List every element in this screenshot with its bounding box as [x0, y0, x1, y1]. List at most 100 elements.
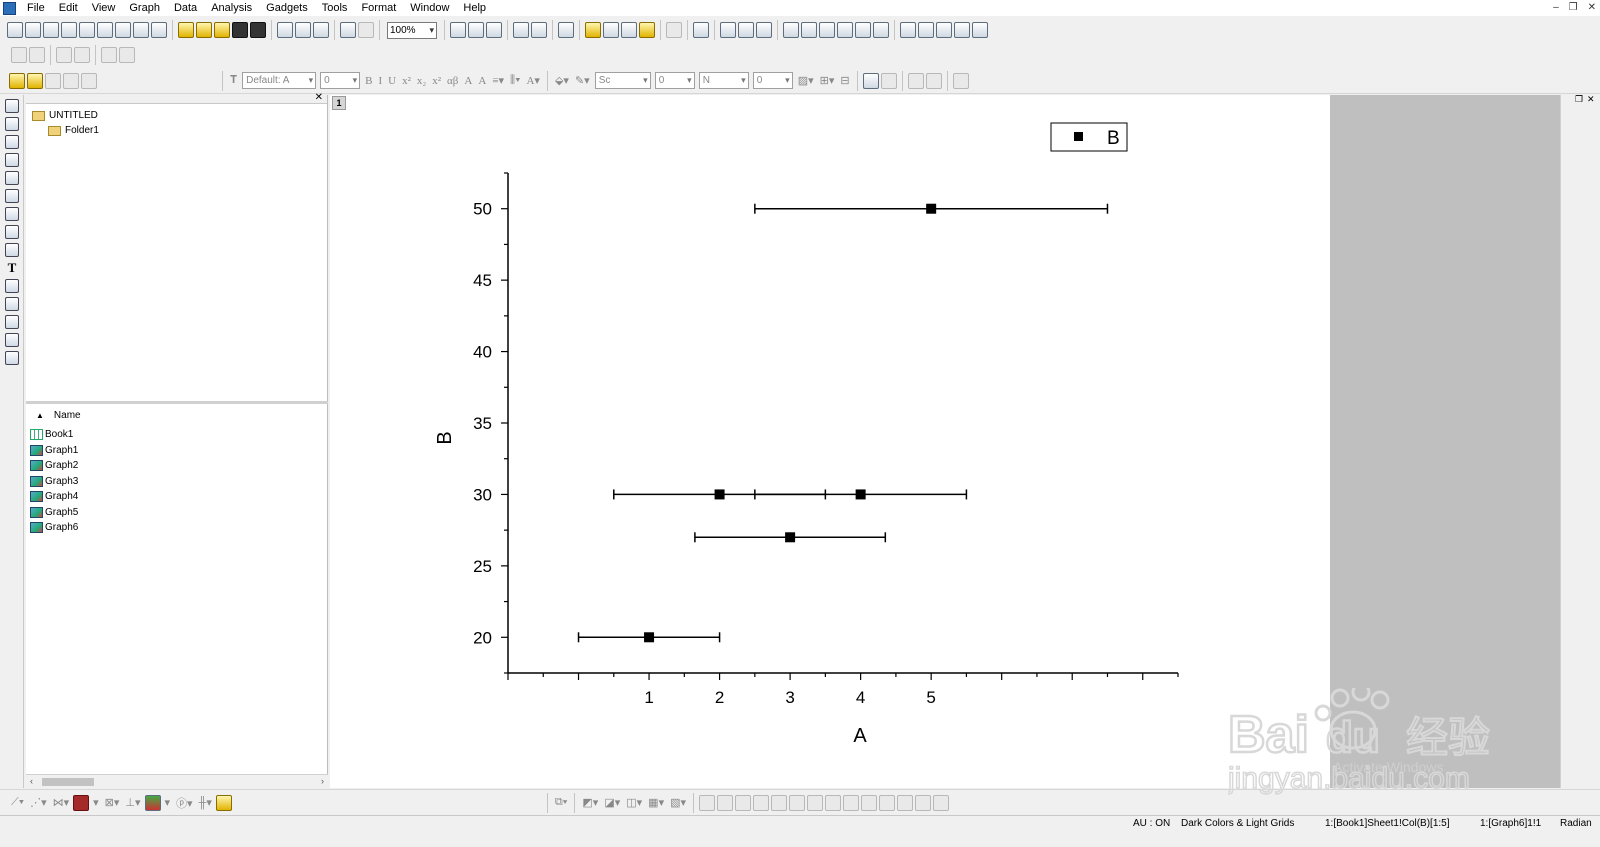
scroll-left-icon[interactable]: ‹: [30, 776, 33, 786]
decrease-font-button[interactable]: A: [478, 75, 486, 87]
panel-close-icon[interactable]: ✕: [1587, 94, 1595, 105]
list-item[interactable]: Graph4: [30, 489, 78, 505]
move-begin-icon[interactable]: [119, 47, 135, 63]
move-end-icon[interactable]: [74, 47, 90, 63]
lock-icon[interactable]: [952, 72, 969, 89]
line-symbol-plot-icon[interactable]: ⋈▾: [53, 796, 70, 809]
enlarge-icon[interactable]: [897, 794, 914, 811]
list-item[interactable]: Graph6: [30, 520, 78, 536]
tool-hide-icon[interactable]: [81, 72, 97, 89]
scroll-thumb[interactable]: [42, 778, 94, 786]
area-plot-icon[interactable]: [144, 794, 161, 811]
superscript-button[interactable]: x²: [402, 75, 411, 87]
menu-window[interactable]: Window: [403, 0, 456, 16]
region-mask-icon[interactable]: [5, 225, 19, 239]
axis-bottom-icon[interactable]: [783, 22, 799, 38]
refresh-icon[interactable]: [468, 22, 484, 38]
vertical-scrollbar[interactable]: [1560, 95, 1570, 788]
line-color-icon[interactable]: ✎▾: [575, 74, 590, 87]
underline-button[interactable]: U: [388, 75, 396, 87]
layer-2-icon[interactable]: [738, 22, 754, 38]
align-icon[interactable]: ≡▾: [492, 74, 504, 87]
menu-file[interactable]: File: [20, 0, 52, 16]
new-matrix-icon[interactable]: [79, 22, 95, 38]
menu-edit[interactable]: Edit: [52, 0, 85, 16]
align-right-icon[interactable]: [717, 794, 734, 811]
open-template-icon[interactable]: [196, 22, 212, 38]
import-icon[interactable]: [277, 22, 293, 38]
line-plot-icon[interactable]: ⟋▾: [11, 796, 24, 809]
line-tool-icon[interactable]: [5, 297, 19, 311]
message-log-icon[interactable]: [621, 22, 637, 38]
tool-pointer-icon[interactable]: [9, 72, 25, 89]
script-window-icon[interactable]: [585, 22, 601, 38]
layer-4-icon[interactable]: [756, 22, 772, 38]
menu-tools[interactable]: Tools: [315, 0, 355, 16]
bold-button[interactable]: B: [365, 75, 372, 87]
grid-layout-icon[interactable]: ▦▾: [648, 796, 664, 809]
menu-data[interactable]: Data: [167, 0, 204, 16]
color-scale-icon[interactable]: [918, 22, 934, 38]
column-plot-icon[interactable]: [73, 794, 90, 811]
fill-color-icon[interactable]: ⬙▾: [555, 74, 569, 87]
sort-desc-icon[interactable]: [29, 47, 45, 63]
project-explorer-icon[interactable]: [558, 22, 574, 38]
font-color-icon[interactable]: A▾: [526, 74, 539, 87]
panel-restore-icon[interactable]: ❐: [1575, 94, 1583, 105]
multi-curve-icon[interactable]: ⊠▾: [105, 796, 120, 809]
subscript-button[interactable]: x₂: [417, 75, 426, 87]
recalculate-icon[interactable]: [340, 22, 356, 38]
menu-gadgets[interactable]: Gadgets: [259, 0, 315, 16]
axis-box-icon[interactable]: [819, 22, 835, 38]
results-log-icon[interactable]: [531, 22, 547, 38]
pointer-tool-icon[interactable]: [5, 99, 19, 113]
line-width-select[interactable]: 0: [654, 72, 695, 89]
polar-plot-icon[interactable]: ⓟ▾: [176, 795, 193, 811]
polygon-tool-icon[interactable]: [5, 315, 19, 329]
axis-top-icon[interactable]: [801, 22, 817, 38]
save-template-icon[interactable]: [250, 22, 266, 38]
duplicate-icon[interactable]: [358, 22, 374, 38]
forward-icon[interactable]: ◫▾: [626, 796, 642, 809]
print-icon[interactable]: [450, 22, 466, 38]
add-column-icon[interactable]: [666, 22, 682, 38]
front-icon[interactable]: ◩▾: [582, 796, 598, 809]
align-left-icon[interactable]: [699, 794, 716, 811]
tool-swap-icon[interactable]: [63, 72, 79, 89]
axis-left-icon[interactable]: [837, 22, 853, 38]
object-group-icon[interactable]: ⧉▾: [555, 796, 567, 809]
tool-unmask-icon[interactable]: [45, 72, 61, 89]
menu-format[interactable]: Format: [354, 0, 403, 16]
copy-page-icon[interactable]: [486, 22, 502, 38]
table-format-icon[interactable]: ⊟: [840, 74, 849, 87]
minimize-icon[interactable]: –: [1553, 0, 1559, 16]
back-icon[interactable]: ◪▾: [604, 796, 620, 809]
pattern-icon[interactable]: ▨▾: [798, 74, 814, 87]
list-item[interactable]: Graph5: [30, 505, 78, 521]
shrink-icon[interactable]: [879, 794, 896, 811]
save-icon[interactable]: [232, 22, 248, 38]
list-item[interactable]: Graph1: [30, 443, 78, 459]
new-layout-icon[interactable]: [115, 22, 131, 38]
italic-button[interactable]: I: [378, 75, 382, 87]
chart[interactable]: 1 2 3 4 520253035404550ABB: [330, 95, 1330, 788]
stock-plot-icon[interactable]: ╫▾: [199, 796, 212, 809]
line-style-select[interactable]: Sc: [594, 72, 651, 89]
screen-reader-icon[interactable]: [5, 153, 19, 167]
insert-graph-icon[interactable]: [5, 351, 19, 365]
zoom-in-tool-icon[interactable]: [5, 117, 19, 131]
open-icon[interactable]: [178, 22, 194, 38]
list-item[interactable]: Book1: [30, 427, 78, 443]
menu-graph[interactable]: Graph: [122, 0, 167, 16]
fill-pattern-select[interactable]: N: [698, 72, 749, 89]
scatter-plot-icon[interactable]: ⋰▾: [30, 796, 47, 809]
merge-icon[interactable]: [862, 72, 879, 89]
hand-tool-icon[interactable]: [5, 333, 19, 347]
zoom-select[interactable]: 100%: [387, 21, 437, 39]
restore-icon[interactable]: ❐: [1569, 0, 1578, 16]
unmerge-icon[interactable]: [880, 72, 897, 89]
image-icon[interactable]: ▧▾: [670, 796, 686, 809]
arrow-tool-icon[interactable]: [5, 279, 19, 293]
template-library-icon[interactable]: [215, 794, 232, 811]
menu-analysis[interactable]: Analysis: [204, 0, 259, 16]
